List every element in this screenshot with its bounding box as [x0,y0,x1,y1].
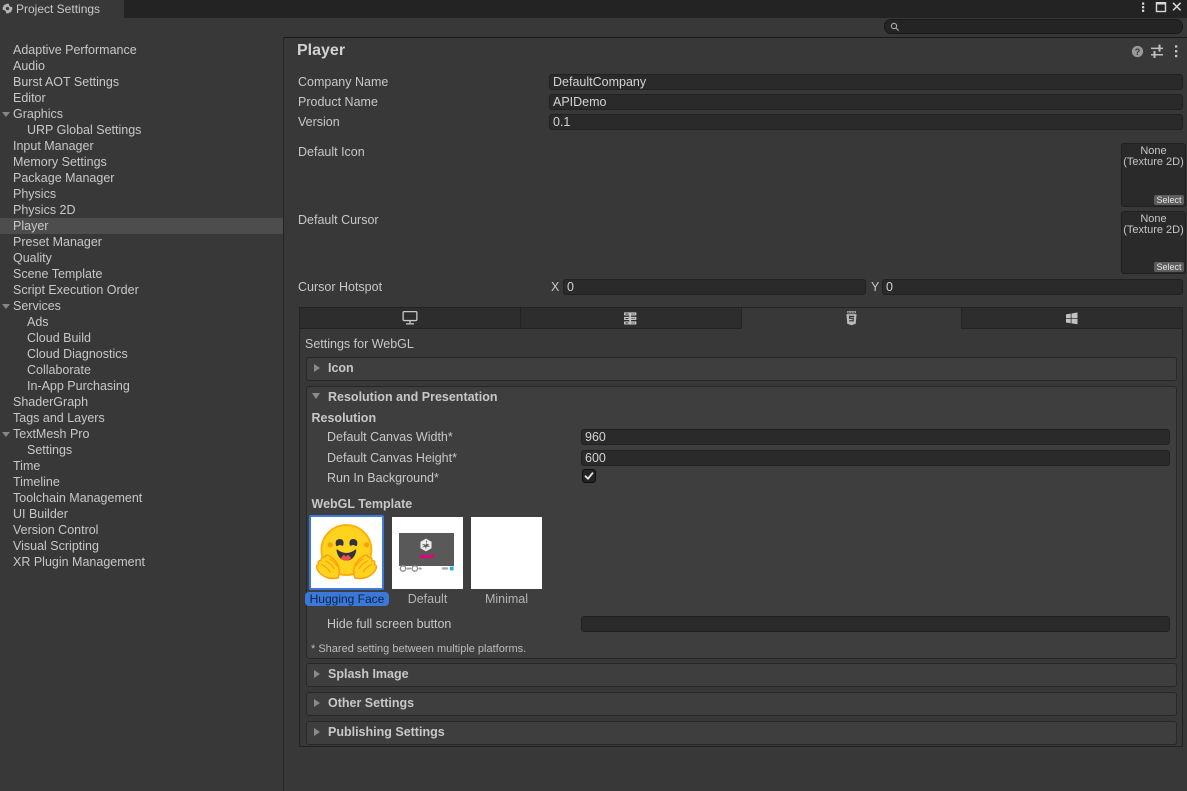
svg-text:?: ? [1135,47,1141,57]
